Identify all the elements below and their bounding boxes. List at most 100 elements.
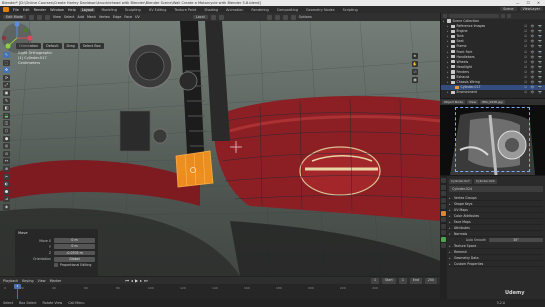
image-mode-dropdown[interactable]: Object Mode xyxy=(442,100,465,104)
operator-redo-panel[interactable]: Move Move X 0 m Y 0 m Z -0.0703 m Orient… xyxy=(15,229,98,276)
world-tab-icon[interactable] xyxy=(441,204,446,209)
outliner-item[interactable]: ▸ Environment ☑ 👁 📷 xyxy=(441,90,545,95)
navigation-gizmo[interactable] xyxy=(0,21,34,55)
transform-orientation-dropdown[interactable]: Local xyxy=(192,15,208,19)
mode-dropdown[interactable]: Edit Mode xyxy=(3,15,26,19)
next-key-icon[interactable]: ▸ xyxy=(140,278,142,283)
workspace-tab-layout[interactable]: Layout xyxy=(79,7,96,12)
prev-key-icon[interactable]: ◂ xyxy=(131,278,133,283)
image-view-menu[interactable]: View xyxy=(466,100,479,104)
timeline-menu-view[interactable]: View xyxy=(38,279,46,283)
workspace-tab-animation[interactable]: Animation xyxy=(224,8,245,12)
shading-material-icon[interactable] xyxy=(290,14,296,20)
xray-icon[interactable] xyxy=(274,14,280,20)
workspace-tab-scripting[interactable]: Scripting xyxy=(341,8,360,12)
workspace-tab-modeling[interactable]: Modeling xyxy=(99,8,118,12)
menu-window[interactable]: Window xyxy=(50,8,64,12)
spin-tool-icon[interactable]: ⊕ xyxy=(3,165,10,172)
material-tab-icon[interactable] xyxy=(441,243,446,248)
timeline[interactable]: 1 20 40 60 80 100 120 140 160 180 200 22… xyxy=(0,284,440,299)
object-breadcrumb[interactable]: Cylinder.017 xyxy=(449,178,472,184)
workspace-tab-uv-editing[interactable]: UV Editing xyxy=(147,8,169,12)
menu-face[interactable]: Face xyxy=(124,15,132,19)
transform-tool-icon[interactable]: ▣ xyxy=(3,89,10,96)
add-cube-tool-icon[interactable]: ⬓ xyxy=(3,112,10,119)
object-tab-icon[interactable] xyxy=(441,210,446,216)
menu-edge[interactable]: Edge xyxy=(113,15,122,19)
workspace-tab-shading[interactable]: Shading xyxy=(202,8,220,12)
proportional-edit-icon[interactable] xyxy=(218,14,224,20)
edge-slide-tool-icon[interactable]: ◐ xyxy=(3,181,10,188)
display-mode-icon[interactable] xyxy=(443,14,447,18)
render-tab-icon[interactable] xyxy=(441,184,446,190)
menu-edit[interactable]: Edit xyxy=(23,8,30,12)
custom-properties-panel[interactable]: ▸ Custom Properties xyxy=(449,261,543,267)
move-y-field[interactable]: 0 m xyxy=(54,244,95,250)
scene-tab-icon[interactable] xyxy=(441,197,446,203)
measure-tool-icon[interactable]: ◧ xyxy=(3,105,10,112)
extrude-tool-icon[interactable]: ◫ xyxy=(3,120,10,127)
menu-view[interactable]: View xyxy=(53,15,61,19)
scale-tool-icon[interactable]: ⤢ xyxy=(3,82,10,89)
shrink-tool-icon[interactable]: ⬣ xyxy=(3,188,10,195)
start-frame-field[interactable]: 1 xyxy=(398,278,407,284)
shear-tool-icon[interactable]: ⊿ xyxy=(3,196,10,203)
camera-view-icon[interactable]: ⎚ xyxy=(412,69,418,75)
tool-tab-icon[interactable] xyxy=(441,178,446,183)
outliner-search-input[interactable] xyxy=(449,14,499,18)
cursor-tool-icon[interactable]: ⬚ xyxy=(3,59,10,66)
face-select-icon[interactable] xyxy=(44,14,50,20)
menu-mesh[interactable]: Mesh xyxy=(87,15,96,19)
constraints-tab-icon[interactable] xyxy=(441,230,446,235)
edge-select-icon[interactable] xyxy=(36,14,42,20)
zoom-icon[interactable]: ⊕ xyxy=(412,53,418,59)
move-tool-icon[interactable]: ✥ xyxy=(3,67,10,74)
timeline-menu-keying[interactable]: Keying xyxy=(22,279,33,283)
workspace-tab-sculpting[interactable]: Sculpting xyxy=(123,8,143,12)
move-z-field[interactable]: -0.0703 m xyxy=(54,250,95,256)
menu-render[interactable]: Render xyxy=(34,8,46,12)
blender-logo-icon[interactable] xyxy=(3,7,9,12)
mesh-data-tab-icon[interactable] xyxy=(441,236,446,242)
modifier-tab-icon[interactable] xyxy=(441,217,446,222)
knife-tool-icon[interactable]: ⊙ xyxy=(3,150,10,157)
workspace-tab-compositing[interactable]: Compositing xyxy=(275,8,300,12)
image-name-field[interactable]: IMG_0938.jpg xyxy=(480,100,505,104)
menu-vertex[interactable]: Vertex xyxy=(99,15,110,19)
play-icon[interactable]: ▶ xyxy=(135,278,138,283)
timeline-menu-marker[interactable]: Marker xyxy=(50,279,62,283)
loop-cut-tool-icon[interactable]: ◎ xyxy=(3,143,10,150)
smooth-tool-icon[interactable]: ✂ xyxy=(3,173,10,180)
snap-icon[interactable] xyxy=(210,14,216,20)
workspace-tab-geometry-nodes[interactable]: Geometry Nodes xyxy=(304,8,337,12)
filter-icon[interactable] xyxy=(501,14,505,18)
end-frame-field[interactable]: 250 xyxy=(424,278,437,284)
pivot-dropdown[interactable]: Default xyxy=(43,43,62,49)
vertex-select-icon[interactable] xyxy=(28,14,34,20)
inset-tool-icon[interactable]: ⬡ xyxy=(3,127,10,134)
bevel-tool-icon[interactable]: ⬢ xyxy=(3,135,10,142)
physics-tab-icon[interactable] xyxy=(441,223,446,229)
options-dropdown[interactable]: Options xyxy=(299,15,312,19)
menu-add[interactable]: Add xyxy=(77,15,84,19)
current-frame-field[interactable]: 1 xyxy=(370,278,380,284)
new-collection-icon[interactable] xyxy=(507,14,511,18)
annotate-tool-icon[interactable]: ✎ xyxy=(3,97,10,104)
scene-selector[interactable]: Scene xyxy=(500,7,517,11)
select-box-dropdown[interactable]: Select Box xyxy=(79,43,104,49)
workspace-tab-texture-paint[interactable]: Texture Paint xyxy=(172,8,198,12)
rip-tool-icon[interactable]: ◈ xyxy=(3,203,10,210)
proportional-editing-checkbox[interactable] xyxy=(54,263,58,268)
workspace-tab-rendering[interactable]: Rendering xyxy=(249,8,270,12)
drag-dropdown[interactable]: Drag xyxy=(63,43,78,49)
mesh-name-field[interactable]: Cylinder.024 xyxy=(449,186,543,192)
move-x-field[interactable]: 0 m xyxy=(54,238,95,244)
overlays-icon[interactable] xyxy=(266,14,272,20)
menu-help[interactable]: Help xyxy=(68,8,76,12)
reference-image-viewport[interactable] xyxy=(440,105,545,175)
menu-select[interactable]: Select xyxy=(64,15,74,19)
poly-build-tool-icon[interactable]: ↔ xyxy=(3,158,10,165)
mesh-breadcrumb[interactable]: Cylinder.024 xyxy=(473,178,497,184)
auto-smooth-angle-field[interactable]: 30° xyxy=(489,237,543,243)
timeline-menu-playback[interactable]: Playback xyxy=(3,279,18,283)
